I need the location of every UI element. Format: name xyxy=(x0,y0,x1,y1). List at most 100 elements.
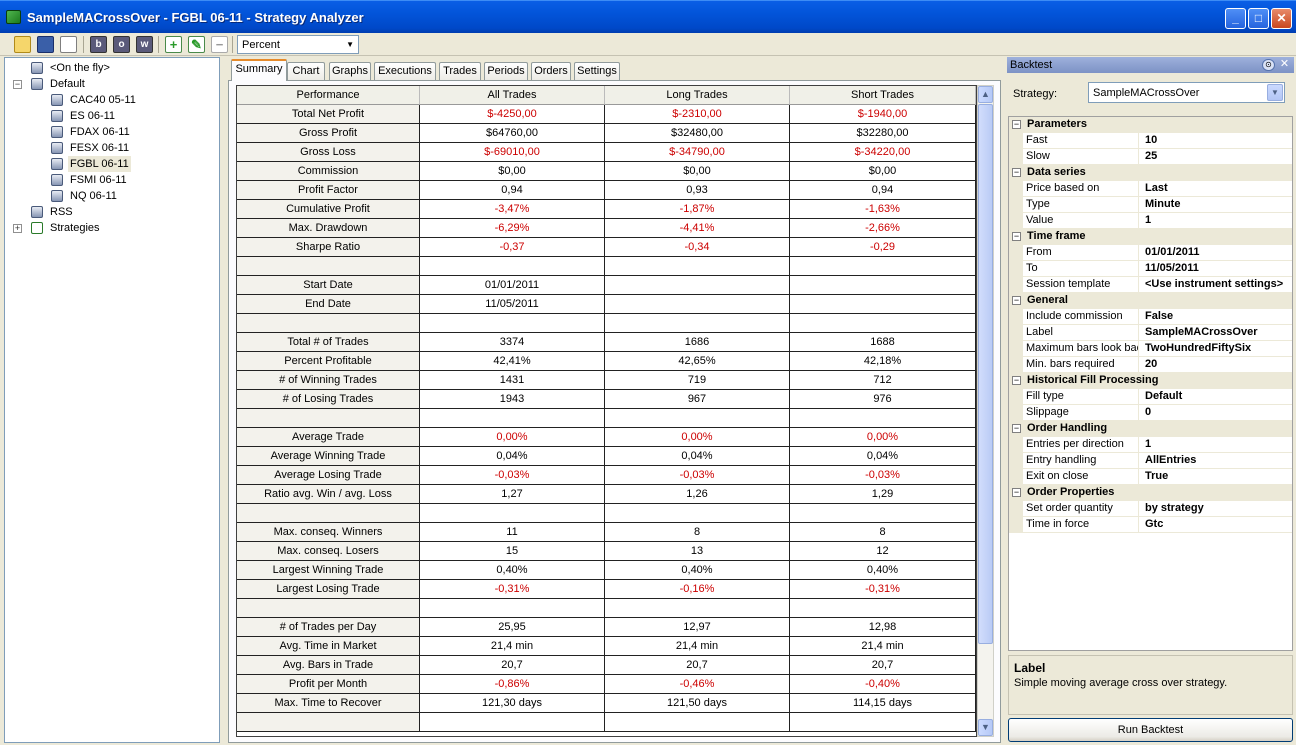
collapse-toggle-icon[interactable]: − xyxy=(1012,120,1021,129)
property-row[interactable]: Fill type Default xyxy=(1009,389,1292,405)
property-row[interactable]: Label SampleMACrossOver xyxy=(1009,325,1292,341)
property-row[interactable]: Entries per direction 1 xyxy=(1009,437,1292,453)
property-row[interactable]: Slippage 0 xyxy=(1009,405,1292,421)
strategy-select[interactable]: SampleMACrossOver ▼ xyxy=(1088,82,1285,103)
run-backtest-button[interactable]: Run Backtest xyxy=(1008,718,1293,742)
property-value[interactable]: 0 xyxy=(1145,405,1292,421)
b-icon[interactable]: b xyxy=(90,36,107,53)
property-value[interactable]: SampleMACrossOver xyxy=(1145,325,1292,341)
property-value[interactable]: 10 xyxy=(1145,133,1292,149)
property-value[interactable]: Minute xyxy=(1145,197,1292,213)
metric-value: 1686 xyxy=(605,333,790,352)
collapse-toggle-icon[interactable]: − xyxy=(1012,376,1021,385)
performance-grid[interactable]: Performance All Trades Long Trades Short Tr… xyxy=(236,85,977,737)
property-value[interactable]: False xyxy=(1145,309,1292,325)
property-gutter xyxy=(1009,245,1023,261)
title-bar[interactable]: SampleMACrossOver - FGBL 06-11 - Strateg… xyxy=(0,0,1296,33)
property-name: Maximum bars look back xyxy=(1026,341,1139,357)
property-category[interactable]: − Order Properties xyxy=(1009,485,1292,501)
property-value[interactable]: 01/01/2011 xyxy=(1145,245,1292,261)
tab-graphs[interactable]: Graphs xyxy=(329,62,371,80)
tab-settings[interactable]: Settings xyxy=(574,62,620,80)
property-value[interactable]: TwoHundredFiftySix xyxy=(1145,341,1292,357)
property-value[interactable]: by strategy xyxy=(1145,501,1292,517)
property-row[interactable]: Value 1 xyxy=(1009,213,1292,229)
property-row[interactable]: To 11/05/2011 xyxy=(1009,261,1292,277)
column-header[interactable]: All Trades xyxy=(420,86,605,105)
property-row[interactable]: Entry handling AllEntries xyxy=(1009,453,1292,469)
property-category[interactable]: − Order Handling xyxy=(1009,421,1292,437)
save-icon[interactable] xyxy=(37,36,54,53)
property-category[interactable]: − Historical Fill Processing xyxy=(1009,373,1292,389)
collapse-toggle-icon[interactable]: − xyxy=(1012,168,1021,177)
vertical-scrollbar[interactable]: ▲ ▼ xyxy=(977,85,994,737)
property-row[interactable]: Exit on close True xyxy=(1009,469,1292,485)
pin-icon[interactable]: ⊙ xyxy=(1262,59,1275,71)
w-icon[interactable]: w xyxy=(136,36,153,53)
property-row[interactable]: Time in force Gtc xyxy=(1009,517,1292,533)
metric-value: 121,50 days xyxy=(605,694,790,713)
property-value[interactable]: <Use instrument settings> xyxy=(1145,277,1292,293)
instrument-tree[interactable]: <On the fly> − Default CAC40 05-11 ES 06… xyxy=(4,57,220,743)
collapse-toggle-icon[interactable]: − xyxy=(1012,488,1021,497)
close-button[interactable]: ✕ xyxy=(1271,8,1292,29)
o-icon[interactable]: o xyxy=(113,36,130,53)
property-value[interactable]: True xyxy=(1145,469,1292,485)
collapse-toggle-icon[interactable]: − xyxy=(1012,296,1021,305)
column-header[interactable]: Performance xyxy=(237,86,420,105)
tab-chart[interactable]: Chart xyxy=(287,62,325,80)
metric-label: # of Losing Trades xyxy=(237,390,420,409)
property-gutter xyxy=(1009,341,1023,357)
display-unit-select[interactable]: Percent ▼ xyxy=(237,35,359,54)
property-value[interactable]: 1 xyxy=(1145,213,1292,229)
property-row[interactable]: Maximum bars look back TwoHundredFiftySix xyxy=(1009,341,1292,357)
property-value[interactable]: 1 xyxy=(1145,437,1292,453)
tab-orders[interactable]: Orders xyxy=(531,62,571,80)
property-value[interactable]: 25 xyxy=(1145,149,1292,165)
property-category[interactable]: − Data series xyxy=(1009,165,1292,181)
column-header[interactable]: Short Trades xyxy=(790,86,976,105)
property-category[interactable]: − Time frame xyxy=(1009,229,1292,245)
property-row[interactable]: Slow 25 xyxy=(1009,149,1292,165)
property-value[interactable]: Default xyxy=(1145,389,1292,405)
property-row[interactable]: Fast 10 xyxy=(1009,133,1292,149)
minimize-button[interactable]: _ xyxy=(1225,8,1246,29)
tree-item-label: CAC40 05-11 xyxy=(70,94,136,106)
property-row[interactable]: Type Minute xyxy=(1009,197,1292,213)
collapse-toggle-icon[interactable]: − xyxy=(1012,232,1021,241)
tab-periods[interactable]: Periods xyxy=(484,62,528,80)
property-category[interactable]: − Parameters xyxy=(1009,117,1292,133)
property-grid[interactable]: − Parameters Fast 10 Slow 25− Data series Price… xyxy=(1008,116,1293,651)
expand-strategies-toggle[interactable]: + xyxy=(13,224,22,233)
property-row[interactable]: Set order quantity by strategy xyxy=(1009,501,1292,517)
close-icon[interactable]: ✕ xyxy=(1278,59,1291,71)
add-icon[interactable]: + xyxy=(165,36,182,53)
property-row[interactable]: Include commission False xyxy=(1009,309,1292,325)
print-icon[interactable] xyxy=(60,36,77,53)
property-row[interactable]: Session template <Use instrument settings… xyxy=(1009,277,1292,293)
property-value[interactable]: Gtc xyxy=(1145,517,1292,533)
edit-icon[interactable]: ✎ xyxy=(188,36,205,53)
maximize-button[interactable]: □ xyxy=(1248,8,1269,29)
scroll-down-button[interactable]: ▼ xyxy=(978,719,993,736)
collapse-toggle-icon[interactable]: − xyxy=(1012,424,1021,433)
scroll-thumb[interactable] xyxy=(978,104,993,644)
scroll-up-button[interactable]: ▲ xyxy=(978,86,993,103)
property-row[interactable]: Min. bars required 20 xyxy=(1009,357,1292,373)
column-header[interactable]: Long Trades xyxy=(605,86,790,105)
property-value[interactable]: 11/05/2011 xyxy=(1145,261,1292,277)
metric-value: 0,00% xyxy=(605,428,790,447)
tab-trades[interactable]: Trades xyxy=(439,62,481,80)
collapse-default-toggle[interactable]: − xyxy=(13,80,22,89)
remove-icon[interactable]: − xyxy=(211,36,228,53)
open-folder-icon[interactable] xyxy=(14,36,31,53)
property-row[interactable]: From 01/01/2011 xyxy=(1009,245,1292,261)
property-value[interactable]: Last xyxy=(1145,181,1292,197)
property-value[interactable]: AllEntries xyxy=(1145,453,1292,469)
tab-executions[interactable]: Executions xyxy=(374,62,436,80)
property-value[interactable]: 20 xyxy=(1145,357,1292,373)
tab-summary[interactable]: Summary xyxy=(231,59,287,81)
property-row[interactable]: Price based on Last xyxy=(1009,181,1292,197)
property-category[interactable]: − General xyxy=(1009,293,1292,309)
chevron-down-icon[interactable]: ▼ xyxy=(1267,84,1283,101)
